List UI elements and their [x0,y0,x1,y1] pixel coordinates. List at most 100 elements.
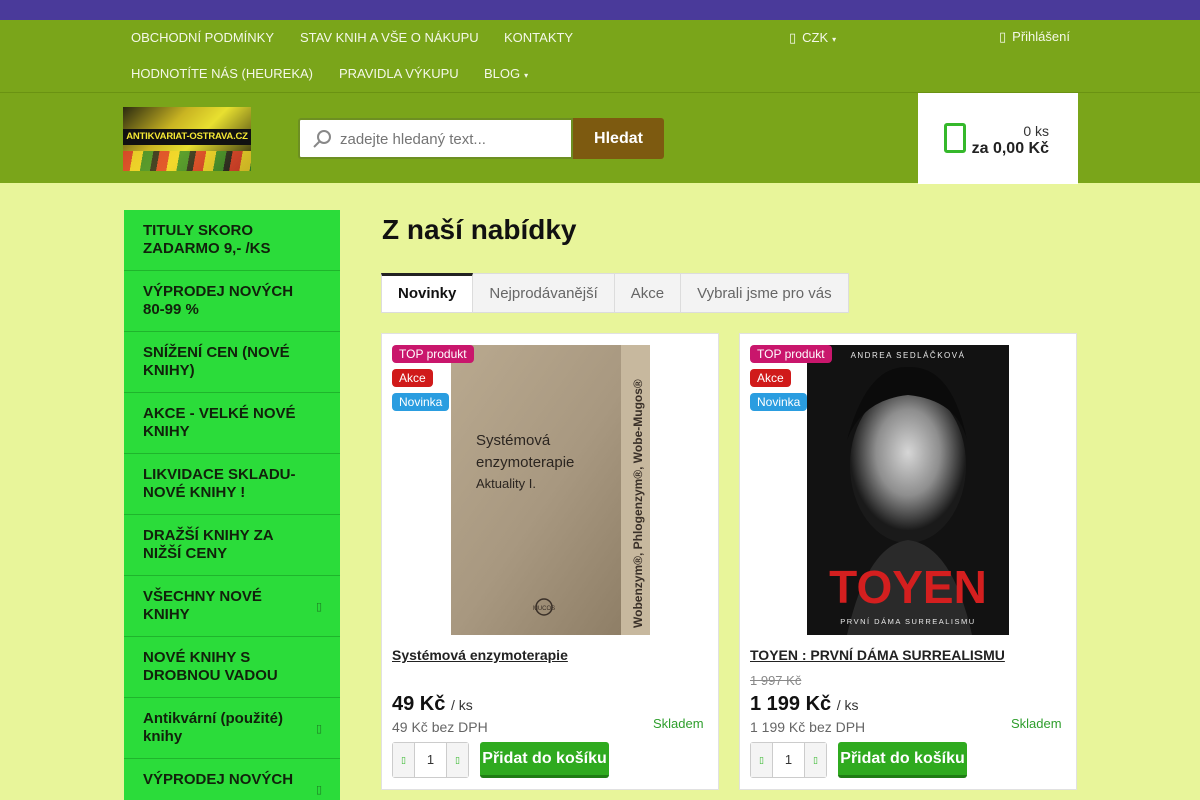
chevron-right-icon: ▯ [315,723,322,735]
quantity-stepper: ▯ 1 ▯ [750,742,827,778]
search-icon [313,130,331,148]
sidebar-item-label: AKCE - VELKÉ NOVÉ KNIHY [143,405,296,440]
decrease-quantity-button[interactable]: ▯ [393,743,415,777]
product-price: 1 199 Kč / ks [750,693,859,716]
site-logo[interactable]: ANTIKVARIAT-OSTRAVA.CZ [123,107,251,171]
blog-label: BLOG [484,66,521,81]
product-price-net: 1 199 Kč bez DPH [750,719,866,735]
nav-link-obchodni-podminky[interactable]: OBCHODNÍ PODMÍNKY [131,30,274,45]
sidebar-item-label: VŠECHNY NOVÉ KNIHY [143,588,262,623]
tab-nejprodavanejsi[interactable]: Nejprodávanější [473,273,615,313]
cart-total: za 0,00 Kč [971,140,1049,157]
logo-decoration [123,151,251,171]
price-unit: / ks [836,697,859,713]
search-field [298,118,573,159]
price-unit: / ks [450,697,473,713]
cover-author: ANDREA SEDLÁČKOVÁ [851,351,966,360]
currency-label: CZK [802,30,829,45]
sidebar-item-label: SNÍŽENÍ CEN (NOVÉ KNIHY) [143,344,290,379]
increase-quantity-button[interactable]: ▯ [446,743,468,777]
price-value: 1 199 Kč [750,693,832,715]
quantity-input[interactable]: 1 [773,743,804,777]
badge-novinka: Novinka [750,393,808,411]
top-strip [0,0,1200,20]
nav-link-pravidla-vykupu[interactable]: PRAVIDLA VÝKUPU [339,66,459,81]
price-value: 49 Kč [392,693,446,715]
stock-status: Skladem [1011,716,1062,731]
top-navigation: OBCHODNÍ PODMÍNKY STAV KNIH A VŠE O NÁKU… [0,20,1200,92]
sidebar-item-snizeni-cen[interactable]: SNÍŽENÍ CEN (NOVÉ KNIHY) [124,332,340,393]
quantity-stepper: ▯ 1 ▯ [392,742,469,778]
nav-link-kontakty[interactable]: KONTAKTY [504,30,573,45]
cover-title-line3: Aktuality I. [476,476,536,491]
cover-title-line2: enzymoterapie [476,454,574,471]
sidebar-item-label: NOVÉ KNIHY S DROBNOU VADOU [143,649,278,684]
search-input[interactable] [340,129,565,149]
cover-publisher: MUCOS [533,606,555,612]
currency-selector[interactable]: ▯ CZK ▾ [789,30,836,46]
chevron-down-icon: ▾ [832,35,837,44]
badge-top-produkt: TOP produkt [750,345,832,363]
sidebar-item-akce-velke[interactable]: AKCE - VELKÉ NOVÉ KNIHY [124,393,340,454]
sidebar-item-label: VÝPRODEJ NOVÝCH 80-99 % [143,283,294,318]
product-card: Systémová enzymoterapie Aktuality I. Wob… [381,333,719,790]
tab-novinky[interactable]: Novinky [381,273,474,313]
logo-text: ANTIKVARIAT-OSTRAVA.CZ [123,129,251,145]
category-sidebar: TITULY SKORO ZADARMO 9,- /KS VÝPRODEJ NO… [124,210,340,800]
stock-status: Skladem [653,716,704,731]
sidebar-item-vyprodej-80-99[interactable]: VÝPRODEJ NOVÝCH 80-99 % [124,271,340,332]
cart-widget[interactable]: 0 ks za 0,00 Kč [918,93,1078,184]
chevron-right-icon: ▯ [315,784,322,796]
sidebar-item-label: Antikvární (použité) knihy [143,710,284,745]
badge-novinka: Novinka [392,393,450,411]
badge-top-produkt: TOP produkt [392,345,474,363]
chevron-down-icon: ▾ [524,71,529,80]
badge-akce: Akce [392,369,433,387]
sidebar-item-antikvarni[interactable]: Antikvární (použité) knihy ▯ [124,698,340,759]
header: ANTIKVARIAT-OSTRAVA.CZ Hledat 0 ks za 0,… [0,92,1200,184]
nav-link-blog[interactable]: BLOG ▾ [484,66,528,81]
tab-akce[interactable]: Akce [614,273,682,313]
cover-subtitle: PRVNÍ DÁMA SURREALISMU [840,617,975,626]
add-to-cart-button[interactable]: Přidat do košíku [480,742,609,778]
cover-title: TOYEN [829,561,987,613]
product-card: ANDREA SEDLÁČKOVÁ TOYEN PRVNÍ DÁMA SURRE… [739,333,1077,790]
sidebar-item-vyprodej-novych[interactable]: VÝPRODEJ NOVÝCH ▯ [124,759,340,800]
cover-spine-text: Wobenzym®, Phlogenzym®, Wobe-Mugos® [631,379,645,628]
sidebar-item-label: DRAŽŠÍ KNIHY ZA NIŽŠÍ CENY [143,527,274,562]
sidebar-item-label: LIKVIDACE SKLADU- NOVÉ KNIHY ! [143,466,296,501]
sidebar-item-likvidace-skladu[interactable]: LIKVIDACE SKLADU- NOVÉ KNIHY ! [124,454,340,515]
sidebar-item-label: VÝPRODEJ NOVÝCH [143,771,294,788]
user-icon: ▯ [999,29,1007,44]
sidebar-item-vsechny-nove[interactable]: VŠECHNY NOVÉ KNIHY ▯ [124,576,340,637]
cart-quantity: 0 ks [1023,123,1049,139]
login-label: Přihlášení [1012,29,1070,44]
search-form: Hledat [298,118,664,159]
product-price: 49 Kč / ks [392,693,473,716]
product-price-net: 49 Kč bez DPH [392,719,488,735]
currency-icon: ▯ [789,30,797,45]
login-link[interactable]: ▯ Přihlášení [999,29,1070,45]
nav-link-heureka[interactable]: HODNOTÍTE NÁS (HEUREKA) [131,66,313,81]
quantity-input[interactable]: 1 [415,743,446,777]
product-name-link[interactable]: TOYEN : PRVNÍ DÁMA SURREALISMU [750,647,1005,663]
add-to-cart-button[interactable]: Přidat do košíku [838,742,967,778]
nav-link-stav-knih[interactable]: STAV KNIH A VŠE O NÁKUPU [300,30,479,45]
product-image[interactable]: ANDREA SEDLÁČKOVÁ TOYEN PRVNÍ DÁMA SURRE… [807,345,1009,635]
chevron-right-icon: ▯ [315,601,322,613]
tab-vybrali-jsme[interactable]: Vybrali jsme pro vás [681,273,849,313]
sidebar-item-tituly-zadarmo[interactable]: TITULY SKORO ZADARMO 9,- /KS [124,210,340,271]
increase-quantity-button[interactable]: ▯ [804,743,826,777]
product-old-price: 1 997 Kč [750,673,802,688]
sidebar-item-drazsi-knihy[interactable]: DRAŽŠÍ KNIHY ZA NIŽŠÍ CENY [124,515,340,576]
sidebar-item-drobna-vada[interactable]: NOVÉ KNIHY S DROBNOU VADOU [124,637,340,698]
product-image[interactable]: Systémová enzymoterapie Aktuality I. Wob… [451,345,650,635]
search-button[interactable]: Hledat [573,118,664,159]
badge-akce: Akce [750,369,791,387]
sidebar-item-label: TITULY SKORO ZADARMO 9,- /KS [143,222,271,257]
page-title: Z naší nabídky [382,214,577,245]
decrease-quantity-button[interactable]: ▯ [751,743,773,777]
cart-icon [944,123,966,153]
cover-title-line1: Systémová [476,432,551,449]
product-name-link[interactable]: Systémová enzymoterapie [392,647,568,663]
